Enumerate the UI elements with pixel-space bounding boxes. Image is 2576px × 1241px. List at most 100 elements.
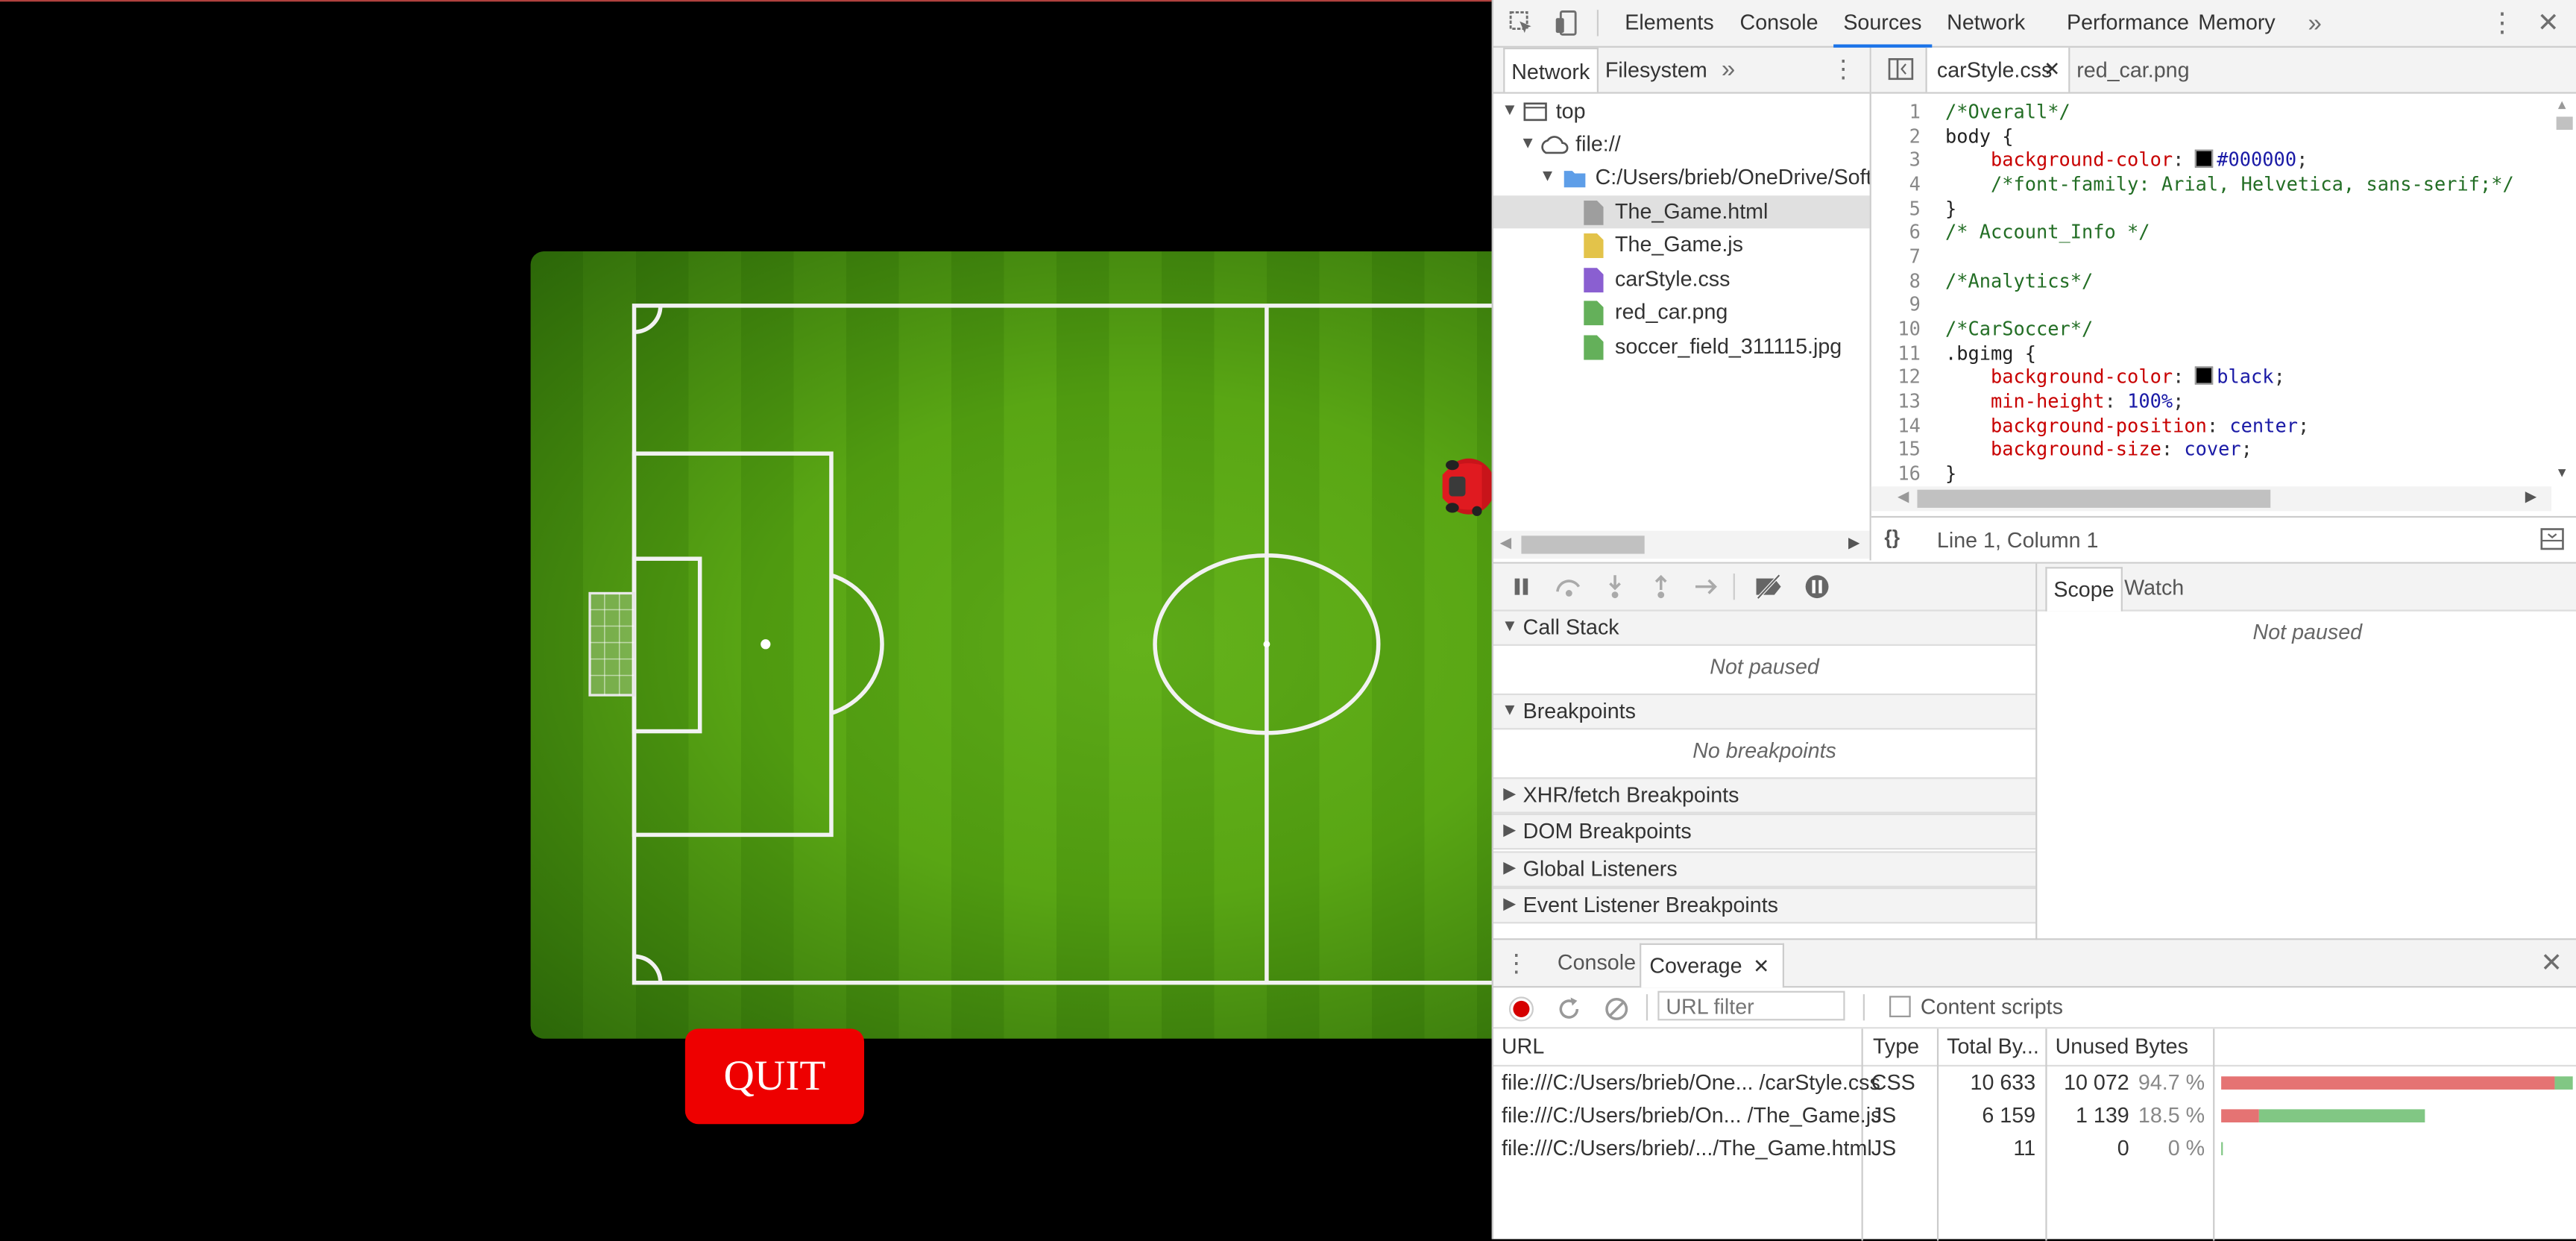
more-tabs-icon[interactable]: »: [2302, 7, 2328, 40]
soccer-field: [531, 251, 1492, 1038]
column-unused-bytes[interactable]: Unused Bytes: [2056, 1028, 2188, 1064]
drawer-tab-console[interactable]: Console: [1558, 940, 1636, 986]
tree-item-top[interactable]: ▼ top: [1493, 95, 1870, 128]
goal-net: [590, 593, 634, 695]
navigator-menu-icon[interactable]: ⋮: [1832, 54, 1855, 84]
used-bytes-bar: [2259, 1109, 2425, 1122]
editor-status-bar: {} Line 1, Column 1: [1871, 516, 2576, 562]
pause-on-exceptions-icon[interactable]: [1804, 574, 1830, 600]
used-bytes-bar: [2554, 1076, 2573, 1090]
step-over-icon[interactable]: [1555, 575, 1584, 598]
code-editor: carStyle.css ✕ red_car.png 1 2 3 4 5 6 7…: [1871, 48, 2576, 560]
unused-bytes-bar: [2221, 1109, 2259, 1122]
table-row[interactable]: file:///C:/Users/brieb/One... /carStyle.…: [1493, 1066, 2576, 1099]
red-car-icon: [1432, 452, 1491, 521]
tree-item-red-car-png[interactable]: red_car.png: [1493, 296, 1870, 329]
close-devtools-icon[interactable]: ✕: [2535, 7, 2561, 40]
deactivate-breakpoints-icon[interactable]: [1753, 574, 1786, 600]
column-url[interactable]: URL: [1502, 1028, 1544, 1064]
call-stack-header[interactable]: ▼Call Stack: [1493, 609, 2035, 645]
drawer-menu-icon[interactable]: ⋮: [1507, 946, 1526, 979]
event-listener-breakpoints-header[interactable]: ▶Event Listener Breakpoints: [1493, 887, 2035, 923]
breakpoints-status: No breakpoints: [1493, 738, 2035, 762]
inspect-element-icon[interactable]: [1507, 8, 1537, 38]
step-out-icon[interactable]: [1651, 574, 1671, 600]
tab-red-car-png[interactable]: red_car.png: [2076, 48, 2189, 92]
tab-performance[interactable]: Performance: [2067, 0, 2189, 46]
table-row[interactable]: file:///C:/Users/brieb/.../The_Game.html…: [1493, 1132, 2576, 1165]
tab-filesystem[interactable]: Filesystem: [1605, 48, 1707, 92]
debugger-toolbar: [1493, 564, 2035, 612]
scope-status: Not paused: [2037, 620, 2576, 644]
tab-elements[interactable]: Elements: [1625, 0, 1713, 46]
frame-icon: [1523, 100, 1548, 123]
step-into-icon[interactable]: [1605, 574, 1625, 600]
file-navigator: Network Filesystem » ⋮ ▼ top ▼ file:// ▼…: [1493, 48, 1871, 560]
css-file-icon: [1584, 268, 1603, 292]
cursor-position: Line 1, Column 1: [1937, 527, 2099, 552]
tab-carstyle-css[interactable]: carStyle.css ✕: [1926, 48, 2070, 92]
quit-button[interactable]: QUIT: [685, 1028, 864, 1124]
devtools-toolbar: Elements Console Sources Network Perform…: [1493, 0, 2576, 48]
debugger-pane: ▼Call Stack Not paused ▼Breakpoints No b…: [1493, 562, 2576, 940]
top-border: [0, 0, 1492, 1]
image-file-icon: [1584, 336, 1603, 360]
close-tab-icon[interactable]: ✕: [2044, 48, 2060, 92]
toggle-navigator-icon[interactable]: [1888, 57, 1914, 81]
url-filter-input[interactable]: [1657, 991, 1845, 1021]
tree-item-folder[interactable]: ▼ C:/Users/brieb/OneDrive/Softw: [1493, 161, 1870, 194]
more-navigator-tabs-icon[interactable]: »: [1717, 54, 1740, 84]
sidebar-tabs: Scope Watch: [2037, 564, 2576, 612]
navigator-scrollbar[interactable]: ◀ ▶: [1493, 531, 1870, 559]
tab-watch[interactable]: Watch: [2124, 567, 2184, 609]
code-content[interactable]: 1 2 3 4 5 6 7 8 9 10 11 12 13 14 15 16 1…: [1871, 94, 2576, 512]
html-file-icon: [1584, 201, 1603, 225]
column-total-bytes[interactable]: Total By...: [1947, 1028, 2039, 1064]
pause-icon[interactable]: [1511, 576, 1531, 596]
tab-scope[interactable]: Scope: [2045, 567, 2122, 611]
close-drawer-icon[interactable]: ✕: [2538, 946, 2564, 979]
coverage-table-header: URL Type Total By... Unused Bytes: [1493, 1028, 2576, 1066]
clear-icon[interactable]: [1604, 996, 1630, 1022]
global-listeners-header[interactable]: ▶Global Listeners: [1493, 851, 2035, 887]
tab-console[interactable]: Console: [1740, 0, 1818, 46]
drawer-tab-coverage[interactable]: Coverage ✕: [1640, 943, 1784, 987]
image-file-icon: [1584, 301, 1603, 325]
coverage-bar: [2221, 1076, 2573, 1090]
kebab-menu-icon[interactable]: ⋮: [2489, 7, 2515, 40]
content-scripts-checkbox[interactable]: [1889, 996, 1911, 1017]
folder-icon: [1563, 168, 1587, 189]
tab-sources[interactable]: Sources: [1843, 0, 1921, 46]
tab-network-files[interactable]: Network: [1503, 48, 1598, 92]
step-icon[interactable]: [1694, 576, 1720, 596]
column-type[interactable]: Type: [1873, 1028, 1919, 1064]
content-scripts-label: Content scripts: [1921, 993, 2063, 1022]
coverage-drawer: ⋮ Console Coverage ✕ ✕ Content scripts: [1493, 938, 2576, 1240]
tree-item-file-scheme[interactable]: ▼ file://: [1493, 128, 1870, 161]
record-icon[interactable]: [1508, 996, 1534, 1022]
tab-network[interactable]: Network: [1947, 0, 2025, 46]
tree-item-carstyle-css[interactable]: carStyle.css: [1493, 263, 1870, 296]
dom-breakpoints-header[interactable]: ▶DOM Breakpoints: [1493, 814, 2035, 849]
tree-item-the-game-js[interactable]: The_Game.js: [1493, 228, 1870, 261]
xhr-breakpoints-header[interactable]: ▶XHR/fetch Breakpoints: [1493, 777, 2035, 813]
tree-item-soccer-field-jpg[interactable]: soccer_field_311115.jpg: [1493, 330, 1870, 363]
coverage-bar: [2221, 1109, 2425, 1122]
toggle-debugger-sidebar-icon[interactable]: [2540, 527, 2565, 550]
field-lines: [531, 251, 1492, 1038]
editor-horizontal-scrollbar[interactable]: ◀ ▶: [1871, 486, 2551, 511]
game-area: QUIT: [0, 0, 1492, 1239]
breakpoints-header[interactable]: ▼Breakpoints: [1493, 694, 2035, 729]
drawer-toolbar: ⋮ Console Coverage ✕ ✕: [1493, 940, 2576, 987]
cloud-icon: [1540, 135, 1569, 154]
table-row[interactable]: file:///C:/Users/brieb/On... /The_Game.j…: [1493, 1099, 2576, 1132]
close-coverage-tab-icon[interactable]: ✕: [1753, 945, 1769, 987]
editor-vertical-scrollbar[interactable]: ▲ ▼: [2551, 94, 2576, 512]
unused-bytes-bar: [2221, 1076, 2554, 1090]
device-toolbar-icon[interactable]: [1552, 8, 1582, 38]
call-stack-status: Not paused: [1493, 654, 2035, 679]
tab-memory[interactable]: Memory: [2198, 0, 2275, 46]
pretty-print-icon[interactable]: {}: [1884, 526, 1900, 549]
reload-icon[interactable]: [1556, 996, 1582, 1022]
tree-item-the-game-html[interactable]: The_Game.html: [1493, 195, 1870, 228]
